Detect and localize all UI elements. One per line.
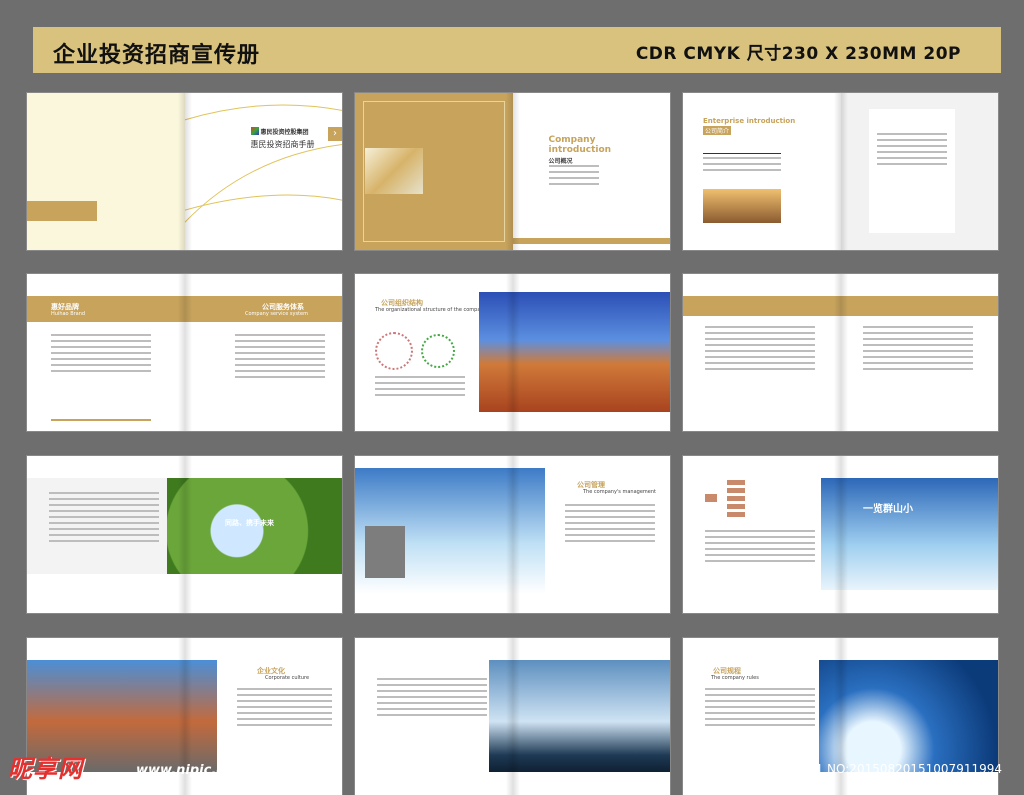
spread-text-page[interactable] — [683, 274, 998, 431]
intro-heading-2: introduction — [548, 145, 612, 155]
enterprise-heading: Enterprise introduction — [703, 117, 796, 125]
banner-title: 企业投资招商宣传册 — [53, 43, 261, 68]
mountain-slogan: 一览群山小 — [863, 504, 913, 515]
spread-bridge[interactable] — [355, 638, 670, 795]
together-slogan: 同路、携手未来 — [225, 519, 274, 527]
cover-band — [27, 201, 97, 221]
rules-subtitle: The company rules — [711, 675, 759, 681]
food-photo — [365, 148, 423, 194]
spread-org-structure[interactable]: 公司组织结构 The organizational structure of t… — [355, 274, 670, 431]
spread-brand-service[interactable]: 惠好品牌 Huihao Brand 公司服务体系 Company service… — [27, 274, 342, 431]
enterprise-right-page — [840, 93, 998, 250]
service-subtitle: Company service system — [245, 311, 308, 317]
spread-together-future[interactable]: 同路、携手未来 — [27, 456, 342, 613]
spread-cover[interactable]: 惠民投资控股集团 惠民投资招商手册 › — [27, 93, 342, 250]
front-cover: 惠民投资控股集团 惠民投资招商手册 › — [184, 93, 342, 250]
cover-curves — [184, 104, 342, 223]
management-subtitle: The company's management — [583, 489, 656, 495]
pillar-graphic — [365, 526, 405, 578]
tree-diagram — [705, 480, 745, 520]
culture-subtitle: Corporate culture — [265, 675, 310, 681]
image-id: ID:5809661 NO:20150820151007911994 — [752, 762, 1002, 776]
banner-spec: CDR CMYK 尺寸230 X 230MM 20P — [635, 44, 961, 64]
back-cover — [27, 93, 185, 250]
skyline-graphic — [703, 141, 781, 154]
brand-logo-icon — [250, 127, 259, 135]
chevron-right-icon: › — [328, 127, 342, 141]
sunset-photo — [703, 189, 781, 223]
spread-mountain-view[interactable]: 一览群山小 — [683, 456, 998, 613]
spread-company-intro[interactable]: Company introduction 公司概况 — [355, 93, 670, 250]
enterprise-subheading: 公司简介 — [703, 126, 732, 135]
title-banner: 企业投资招商宣传册 CDR CMYK 尺寸230 X 230MM 20P — [33, 27, 1001, 73]
brand-subtitle: Huihao Brand — [51, 311, 86, 317]
brand-name: 惠民投资控股集团 — [260, 129, 309, 136]
enterprise-left-page: Enterprise introduction 公司简介 — [683, 93, 841, 250]
cover-subtitle: 惠民投资招商手册 — [250, 140, 315, 149]
intro-right-page: Company introduction 公司概况 — [512, 93, 670, 250]
intro-left-page — [355, 93, 513, 250]
spread-management[interactable]: 公司管理 The company's management — [355, 456, 670, 613]
watermark-url: www.nipic.cn — [136, 763, 234, 778]
spread-enterprise-intro[interactable]: Enterprise introduction 公司简介 — [683, 93, 998, 250]
org-subtitle: The organizational structure of the comp… — [375, 307, 487, 313]
org-chart-circle — [375, 332, 413, 370]
intro-heading-1: Company — [548, 135, 596, 145]
intro-subheading: 公司概况 — [548, 158, 573, 165]
org-chart-circle-2 — [421, 334, 455, 368]
watermark-logo: 昵享网 — [8, 755, 83, 783]
peak-photo — [821, 478, 998, 590]
